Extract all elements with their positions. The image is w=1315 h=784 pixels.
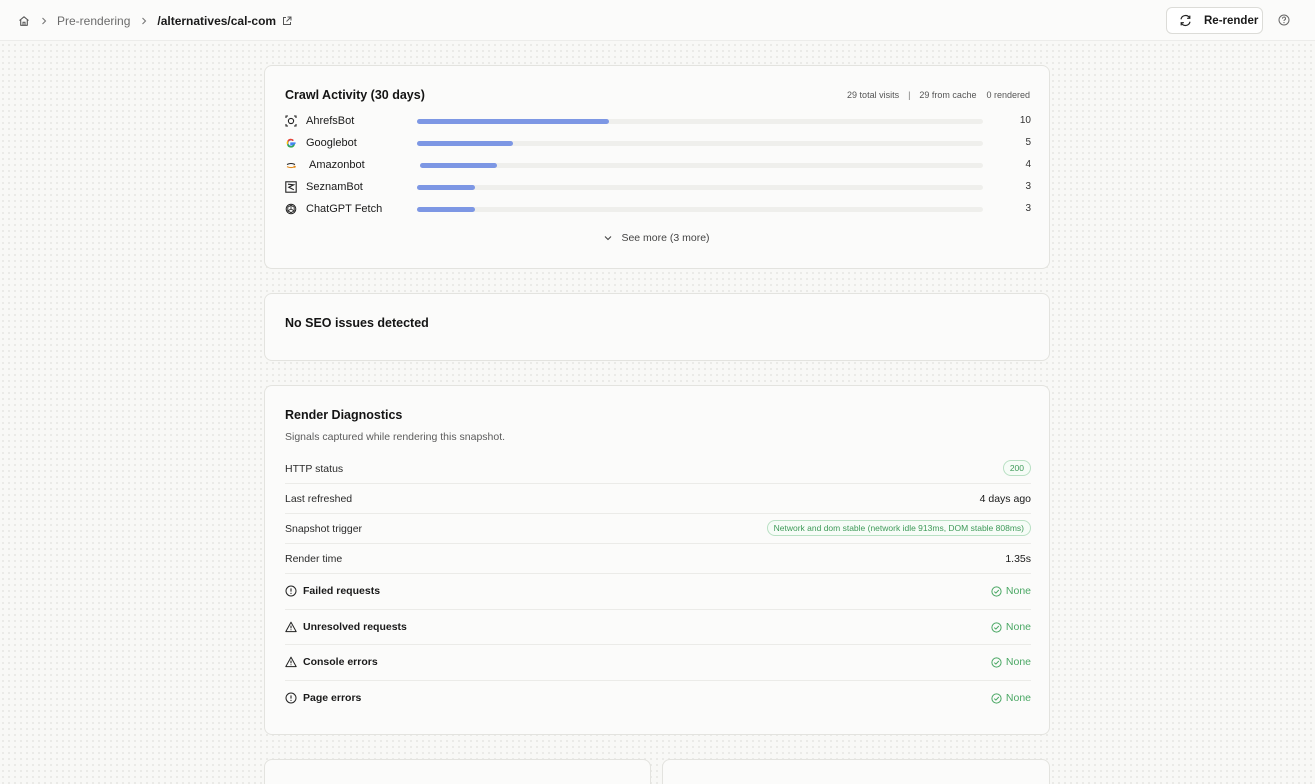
diag-label: Render time xyxy=(285,553,343,565)
diag-status-ok: None xyxy=(991,692,1031,704)
refresh-icon xyxy=(1179,14,1192,27)
bot-bar-fill xyxy=(420,163,497,168)
trigger-badge: Network and dom stable (network idle 913… xyxy=(766,520,1031,536)
diag-status-text: None xyxy=(1005,692,1031,704)
seznam-icon xyxy=(285,181,297,193)
bot-count: 10 xyxy=(1019,115,1031,126)
check-circle-icon xyxy=(991,585,1002,597)
diag-status-text: None xyxy=(1005,621,1031,633)
bot-row: Amazonbot 4 xyxy=(285,158,1031,174)
bottom-card-right xyxy=(662,759,1050,784)
diag-label-text: Unresolved requests xyxy=(303,621,407,633)
diag-value: 4 days ago xyxy=(979,493,1031,505)
chevron-down-icon xyxy=(604,234,612,242)
stats-separator: | xyxy=(908,90,911,100)
bot-bar-fill xyxy=(417,185,475,190)
rerender-button[interactable]: Re-render xyxy=(1166,7,1263,34)
seo-status-title: No SEO issues detected xyxy=(285,316,429,330)
diag-label: Unresolved requests xyxy=(285,621,407,633)
diag-row-failed-requests: Failed requests None xyxy=(285,574,1031,610)
crawl-activity-title: Crawl Activity (30 days) xyxy=(285,88,425,102)
diag-row-console-errors: Console errors None xyxy=(285,645,1031,681)
diag-status-text: None xyxy=(1005,585,1031,597)
bot-name: AhrefsBot xyxy=(306,115,355,127)
breadcrumb-current-page: /alternatives/cal-com xyxy=(157,14,277,28)
total-visits: 29 total visits xyxy=(847,90,900,100)
diag-label: Last refreshed xyxy=(285,493,353,505)
bot-name: ChatGPT Fetch xyxy=(306,203,383,215)
diag-label: Failed requests xyxy=(285,585,380,597)
bot-row: SeznamBot 3 xyxy=(285,180,1031,196)
breadcrumb-prerendering[interactable]: Pre-rendering xyxy=(57,14,130,28)
bot-name: Amazonbot xyxy=(309,159,365,171)
diag-label: Console errors xyxy=(285,656,378,668)
check-circle-icon xyxy=(991,621,1002,633)
external-link-icon[interactable] xyxy=(282,16,292,26)
see-more-button[interactable]: See more (3 more) xyxy=(265,232,1049,244)
render-diagnostics-title: Render Diagnostics xyxy=(285,408,403,422)
diag-status-text: None xyxy=(1005,656,1031,668)
bot-row: Googlebot 5 xyxy=(285,136,1031,152)
diag-label-text: Page errors xyxy=(303,692,362,704)
bottom-card-left xyxy=(264,759,651,784)
chevron-right-icon xyxy=(40,17,48,25)
rerender-label: Re-render xyxy=(1204,14,1259,27)
google-icon xyxy=(285,137,297,149)
diag-value: 1.35s xyxy=(1005,553,1031,565)
diag-status-ok: None xyxy=(991,585,1031,597)
chevron-right-icon xyxy=(140,17,148,25)
bot-count: 3 xyxy=(1025,203,1031,214)
openai-icon xyxy=(285,203,297,215)
diag-row-last-refreshed: Last refreshed 4 days ago xyxy=(285,484,1031,514)
breadcrumb: Pre-rendering /alternatives/cal-com xyxy=(18,12,292,30)
bot-bar-fill xyxy=(417,119,609,124)
render-diagnostics-card: Render Diagnostics Signals captured whil… xyxy=(264,385,1050,735)
diag-row-unresolved-requests: Unresolved requests None xyxy=(285,610,1031,645)
from-cache: 29 from cache xyxy=(919,90,977,100)
bot-bar-track xyxy=(417,185,983,190)
diag-label-text: Console errors xyxy=(303,656,378,668)
see-more-label: See more (3 more) xyxy=(621,232,710,244)
diag-label: Page errors xyxy=(285,692,361,704)
bot-bar-fill xyxy=(417,141,513,146)
bot-bar-track xyxy=(417,141,983,146)
alert-circle-icon xyxy=(285,692,297,704)
crawl-activity-card: Crawl Activity (30 days) 29 total visits… xyxy=(264,65,1050,269)
diag-label-text: Failed requests xyxy=(303,585,381,597)
bot-bar-track xyxy=(420,163,983,168)
diag-label: Snapshot trigger xyxy=(285,523,363,535)
bot-count: 4 xyxy=(1025,159,1031,170)
amazon-icon xyxy=(285,159,297,171)
bot-count: 3 xyxy=(1025,181,1031,192)
diag-status-ok: None xyxy=(991,656,1031,668)
check-circle-icon xyxy=(991,656,1002,668)
diag-label: HTTP status xyxy=(285,463,344,475)
bot-row: AhrefsBot 10 xyxy=(285,114,1031,130)
bot-name: SeznamBot xyxy=(306,181,363,193)
home-icon[interactable] xyxy=(18,15,30,27)
bot-bar-fill xyxy=(417,207,475,212)
alert-circle-icon xyxy=(285,585,297,597)
check-circle-icon xyxy=(991,692,1002,704)
bot-row: ChatGPT Fetch 3 xyxy=(285,202,1031,218)
bot-bar-track xyxy=(417,207,983,212)
diag-row-snapshot-trigger: Snapshot trigger Network and dom stable … xyxy=(285,514,1031,544)
diag-row-page-errors: Page errors None xyxy=(285,681,1031,716)
help-icon[interactable] xyxy=(1278,14,1290,26)
bot-count: 5 xyxy=(1025,137,1031,148)
diag-row-render-time: Render time 1.35s xyxy=(285,544,1031,574)
warning-triangle-icon xyxy=(285,656,297,668)
render-diagnostics-subtitle: Signals captured while rendering this sn… xyxy=(285,431,506,443)
crawl-stats: 29 total visits | 29 from cache 0 render… xyxy=(847,90,1030,100)
diag-status-ok: None xyxy=(991,621,1031,633)
rendered-count: 0 rendered xyxy=(986,90,1030,100)
diag-row-http-status: HTTP status 200 xyxy=(285,454,1031,484)
bot-name: Googlebot xyxy=(306,137,357,149)
warning-triangle-icon xyxy=(285,621,297,633)
ahrefs-icon xyxy=(285,115,297,127)
status-badge: 200 xyxy=(1002,460,1031,476)
top-bar: Pre-rendering /alternatives/cal-com Re-r… xyxy=(0,0,1315,41)
seo-status-card: No SEO issues detected xyxy=(264,293,1050,361)
bot-bar-track xyxy=(417,119,983,124)
